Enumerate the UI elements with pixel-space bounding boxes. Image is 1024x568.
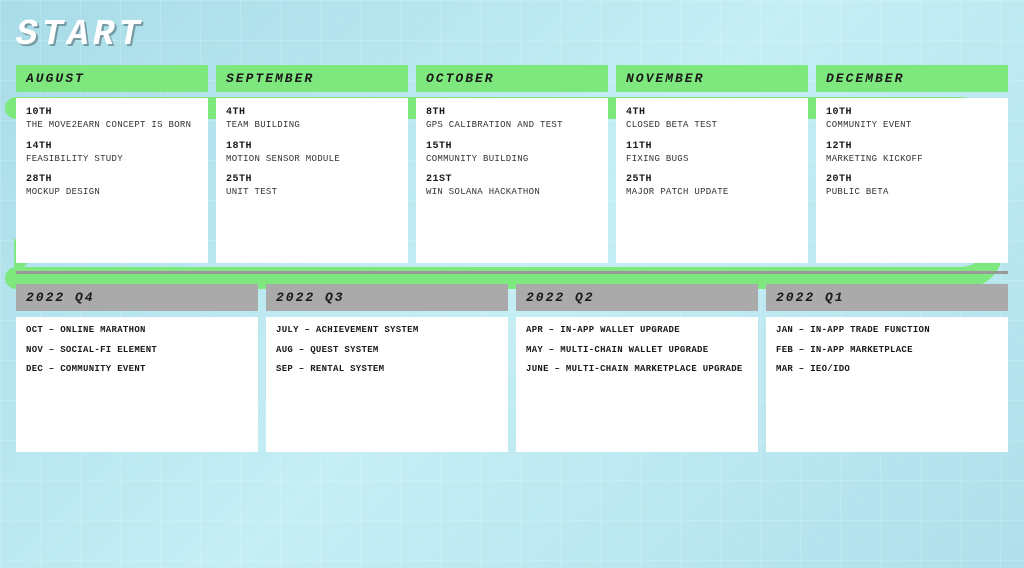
event-date: 25TH [226,173,398,187]
month-col-december: DECEMBER 10TH COMMUNITY EVENT 12TH MARKE… [816,65,1008,263]
list-item: FEB – IN-APP MARKETPLACE [776,345,998,357]
event-desc: PUBLIC BETA [826,187,998,199]
quarter-col-q4: 2022 Q4 OCT – ONLINE MARATHON NOV – SOCI… [16,284,258,452]
event-desc: MOCKUP DESIGN [26,187,198,199]
list-item: 10TH COMMUNITY EVENT [826,106,998,132]
list-item: APR – IN-APP WALLET UPGRADE [526,325,748,337]
event-desc: UNIT TEST [226,187,398,199]
event-date: 4TH [626,106,798,120]
top-roadmap-section: AUGUST 10TH THE MOVE2EARN CONCEPT IS BOR… [16,65,1008,263]
quarter-col-q2: 2022 Q2 APR – IN-APP WALLET UPGRADE MAY … [516,284,758,452]
list-item: MAR – IEO/IDO [776,364,998,376]
list-item: OCT – ONLINE MARATHON [26,325,248,337]
page-title: START [16,14,1008,55]
quarters-row: 2022 Q4 OCT – ONLINE MARATHON NOV – SOCI… [16,284,1008,452]
list-item: 18TH MOTION SENSOR MODULE [226,140,398,166]
list-item: 11TH FIXING BUGS [626,140,798,166]
list-item: 20TH PUBLIC BETA [826,173,998,199]
event-desc: FEASIBILITY STUDY [26,154,198,166]
event-desc: FIXING BUGS [626,154,798,166]
quarter-col-q1: 2022 Q1 JAN – IN-APP TRADE FUNCTION FEB … [766,284,1008,452]
month-card-december: 10TH COMMUNITY EVENT 12TH MARKETING KICK… [816,98,1008,263]
list-item: 14TH FEASIBILITY STUDY [26,140,198,166]
list-item: AUG – QUEST SYSTEM [276,345,498,357]
list-item: 25TH MAJOR PATCH UPDATE [626,173,798,199]
event-date: 11TH [626,140,798,154]
list-item: JUNE – MULTI-CHAIN MARKETPLACE UPGRADE [526,364,748,376]
month-col-october: OCTOBER 8TH GPS CALIBRATION AND TEST 15T… [416,65,608,263]
quarter-card-q2: APR – IN-APP WALLET UPGRADE MAY – MULTI-… [516,317,758,452]
month-col-august: AUGUST 10TH THE MOVE2EARN CONCEPT IS BOR… [16,65,208,263]
quarter-col-q3: 2022 Q3 JULY – ACHIEVEMENT SYSTEM AUG – … [266,284,508,452]
month-card-november: 4TH CLOSED BETA TEST 11TH FIXING BUGS 25… [616,98,808,263]
event-desc: COMMUNITY EVENT [826,120,998,132]
event-desc: MAJOR PATCH UPDATE [626,187,798,199]
list-item: 15TH COMMUNITY BUILDING [426,140,598,166]
event-date: 10TH [826,106,998,120]
event-desc: TEAM BUILDING [226,120,398,132]
month-header-november: NOVEMBER [616,65,808,92]
event-date: 4TH [226,106,398,120]
list-item: DEC – COMMUNITY EVENT [26,364,248,376]
quarter-header-q1: 2022 Q1 [766,284,1008,311]
quarter-card-q1: JAN – IN-APP TRADE FUNCTION FEB – IN-APP… [766,317,1008,452]
event-date: 21ST [426,173,598,187]
list-item: 4TH CLOSED BETA TEST [626,106,798,132]
list-item: JAN – IN-APP TRADE FUNCTION [776,325,998,337]
bottom-roadmap-section: 2022 Q4 OCT – ONLINE MARATHON NOV – SOCI… [16,284,1008,452]
list-item: 12TH MARKETING KICKOFF [826,140,998,166]
list-item: SEP – RENTAL SYSTEM [276,364,498,376]
list-item: 4TH TEAM BUILDING [226,106,398,132]
quarter-header-q3: 2022 Q3 [266,284,508,311]
event-date: 25TH [626,173,798,187]
event-desc: WIN SOLANA HACKATHON [426,187,598,199]
event-desc: COMMUNITY BUILDING [426,154,598,166]
event-date: 20TH [826,173,998,187]
event-date: 12TH [826,140,998,154]
event-date: 8TH [426,106,598,120]
month-card-august: 10TH THE MOVE2EARN CONCEPT IS BORN 14TH … [16,98,208,263]
month-header-december: DECEMBER [816,65,1008,92]
list-item: MAY – MULTI-CHAIN WALLET UPGRADE [526,345,748,357]
event-desc: MOTION SENSOR MODULE [226,154,398,166]
list-item: 28TH MOCKUP DESIGN [26,173,198,199]
event-desc: CLOSED BETA TEST [626,120,798,132]
list-item: 21ST WIN SOLANA HACKATHON [426,173,598,199]
list-item: NOV – SOCIAL-FI ELEMENT [26,345,248,357]
event-date: 15TH [426,140,598,154]
list-item: JULY – ACHIEVEMENT SYSTEM [276,325,498,337]
event-desc: MARKETING KICKOFF [826,154,998,166]
quarter-card-q3: JULY – ACHIEVEMENT SYSTEM AUG – QUEST SY… [266,317,508,452]
month-card-october: 8TH GPS CALIBRATION AND TEST 15TH COMMUN… [416,98,608,263]
event-date: 18TH [226,140,398,154]
quarter-header-q2: 2022 Q2 [516,284,758,311]
list-item: 10TH THE MOVE2EARN CONCEPT IS BORN [26,106,198,132]
month-header-october: OCTOBER [416,65,608,92]
month-header-september: SEPTEMBER [216,65,408,92]
event-desc: THE MOVE2EARN CONCEPT IS BORN [26,120,198,132]
month-header-august: AUGUST [16,65,208,92]
quarter-card-q4: OCT – ONLINE MARATHON NOV – SOCIAL-FI EL… [16,317,258,452]
event-desc: GPS CALIBRATION AND TEST [426,120,598,132]
list-item: 25TH UNIT TEST [226,173,398,199]
month-col-september: SEPTEMBER 4TH TEAM BUILDING 18TH MOTION … [216,65,408,263]
quarter-header-q4: 2022 Q4 [16,284,258,311]
list-item: 8TH GPS CALIBRATION AND TEST [426,106,598,132]
event-date: 14TH [26,140,198,154]
event-date: 10TH [26,106,198,120]
months-row: AUGUST 10TH THE MOVE2EARN CONCEPT IS BOR… [16,65,1008,263]
separator [16,271,1008,274]
month-card-september: 4TH TEAM BUILDING 18TH MOTION SENSOR MOD… [216,98,408,263]
event-date: 28TH [26,173,198,187]
month-col-november: NOVEMBER 4TH CLOSED BETA TEST 11TH FIXIN… [616,65,808,263]
